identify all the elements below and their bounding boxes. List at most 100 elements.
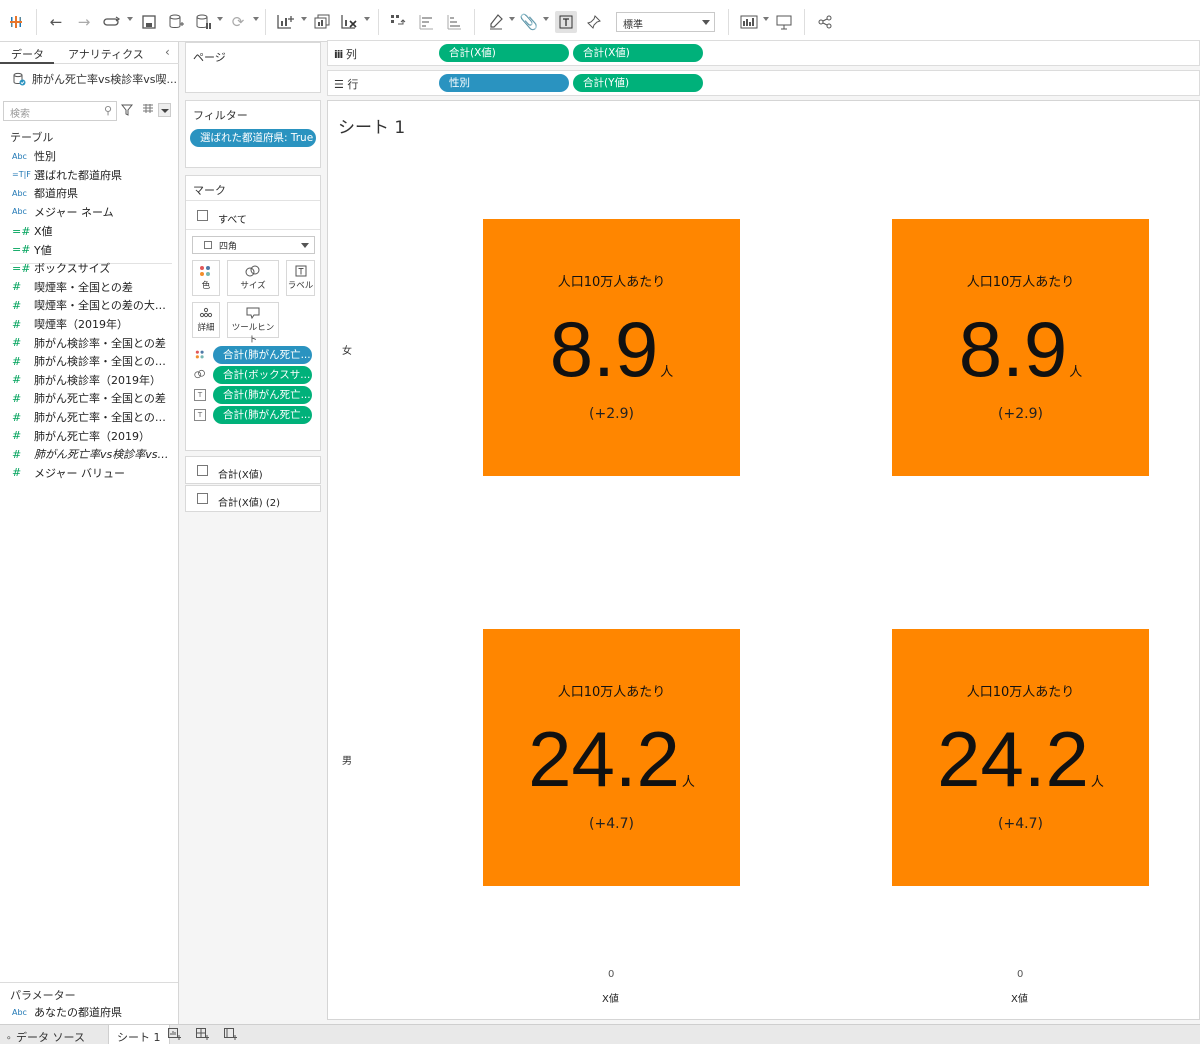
x-axis-title[interactable]: X値 xyxy=(1011,990,1028,1005)
duplicate-sheet-icon[interactable] xyxy=(312,11,332,33)
label-field-pill[interactable]: 合計(肺がん死亡... xyxy=(213,406,312,424)
field-item[interactable]: # 肺がん死亡率（2019） xyxy=(0,427,178,445)
sort-descending-icon[interactable] xyxy=(444,11,464,33)
mark-type-dropdown[interactable]: 四角 xyxy=(192,236,315,254)
field-item[interactable]: # 肺がん死亡率・全国との差の... xyxy=(0,408,178,426)
kpi-unit: 人 xyxy=(681,774,695,789)
new-dashboard-tab-icon[interactable] xyxy=(196,1028,209,1043)
worksheet-canvas[interactable]: シート 1 女 男 人口10万人あたり 8.9 人 (+2.9) 人口10万人あた… xyxy=(327,100,1200,1020)
field-item[interactable]: =# X値 xyxy=(0,222,178,240)
field-item[interactable]: # 肺がん検診率（2019年） xyxy=(0,371,178,389)
swap-rows-columns-icon[interactable] xyxy=(388,11,408,33)
field-search-input[interactable]: 検索 ⚲ xyxy=(3,101,117,121)
columns-pill[interactable]: 合計(X値) xyxy=(439,44,569,62)
field-label: Y値 xyxy=(34,243,52,257)
collapse-pane-icon[interactable]: ‹ xyxy=(165,45,170,59)
view-as-list-icon[interactable] xyxy=(142,104,154,117)
show-me-icon[interactable] xyxy=(738,11,760,33)
label-button[interactable]: ラベル xyxy=(286,260,315,296)
field-item[interactable]: Abc メジャー ネーム xyxy=(0,203,178,221)
new-story-tab-icon[interactable] xyxy=(224,1028,237,1043)
field-item[interactable]: # メジャー バリュー xyxy=(0,464,178,482)
clear-sheet-icon[interactable] xyxy=(339,11,359,33)
kpi-tile[interactable]: 人口10万人あたり 24.2 人 (+4.7) xyxy=(892,629,1149,886)
pause-updates-icon[interactable] xyxy=(193,11,213,33)
rows-pill[interactable]: 合計(Y値) xyxy=(573,74,703,92)
presentation-mode-icon[interactable] xyxy=(774,11,794,33)
kpi-tile[interactable]: 人口10万人あたり 8.9 人 (+2.9) xyxy=(483,219,740,476)
rows-shelf[interactable]: ☰ 行 性別 合計(Y値) xyxy=(327,70,1200,96)
replace-datasource-icon[interactable] xyxy=(101,11,123,33)
filter-icon[interactable] xyxy=(120,104,134,119)
kpi-tile[interactable]: 人口10万人あたり 24.2 人 (+4.7) xyxy=(483,629,740,886)
label-icon xyxy=(287,261,314,279)
size-field-pill[interactable]: 合計(ボックスサ... xyxy=(213,366,312,384)
detail-button[interactable]: 詳細 xyxy=(192,302,220,338)
filters-card[interactable]: フィルター 選ばれた都道府県: True xyxy=(185,100,321,168)
color-button[interactable]: 色 xyxy=(192,260,220,296)
kpi-tile[interactable]: 人口10万人あたり 8.9 人 (+2.9) xyxy=(892,219,1149,476)
tab-data[interactable]: データ xyxy=(11,46,44,62)
size-button[interactable]: サイズ xyxy=(227,260,279,296)
sort-ascending-icon[interactable] xyxy=(416,11,436,33)
label-field-pill[interactable]: 合計(肺がん死亡... xyxy=(213,386,312,404)
field-item[interactable]: =# Y値 xyxy=(0,241,178,259)
parameter-item[interactable]: Abc あなたの都道府県 xyxy=(0,1003,178,1021)
columns-pill[interactable]: 合計(X値) xyxy=(573,44,703,62)
save-icon[interactable] xyxy=(139,11,159,33)
new-worksheet-icon[interactable] xyxy=(275,11,297,33)
dimension-type-icon: Abc xyxy=(12,188,27,198)
tab-sheet-1[interactable]: シート 1 xyxy=(108,1025,170,1044)
sub-marks-checkbox[interactable] xyxy=(197,493,208,504)
filter-pill[interactable]: 選ばれた都道府県: True xyxy=(190,129,316,147)
refresh-icon[interactable]: ⟳ xyxy=(228,11,248,33)
measure-type-icon: # xyxy=(12,280,22,294)
new-worksheet-tab-icon[interactable] xyxy=(168,1028,181,1043)
attach-icon[interactable]: 📎 xyxy=(519,11,539,33)
tab-datasource[interactable]: ⚬ データ ソース xyxy=(5,1029,85,1044)
kpi-value: 24.2 xyxy=(937,715,1089,803)
columns-shelf[interactable]: iii 列 合計(X値) 合計(X値) xyxy=(327,40,1200,66)
field-item[interactable]: Abc 性別 xyxy=(0,147,178,165)
pane-menu-dropdown[interactable] xyxy=(158,103,171,117)
color-field-pill[interactable]: 合計(肺がん死亡... xyxy=(213,346,312,364)
field-item[interactable]: Abc 都道府県 xyxy=(0,184,178,202)
marks-sub-card[interactable]: 合計(X値) (2) xyxy=(185,485,321,512)
field-item[interactable]: =# ボックスサイズ xyxy=(0,259,178,277)
mark-pill-row: 合計(肺がん死亡... xyxy=(194,346,319,364)
highlight-icon[interactable] xyxy=(486,11,506,33)
fit-dropdown[interactable]: 標準 xyxy=(616,12,715,32)
field-item[interactable]: =T|F 選ばれた都道府県 xyxy=(0,166,178,184)
tab-analytics[interactable]: アナリティクス xyxy=(68,46,144,62)
field-item[interactable]: # 肺がん死亡率・全国との差 xyxy=(0,389,178,407)
datasource-item[interactable]: 肺がん死亡率vs検診率vs喫... xyxy=(12,71,177,87)
tableau-logo-icon[interactable] xyxy=(6,11,26,33)
pin-axis-icon[interactable] xyxy=(584,11,604,33)
field-item[interactable]: # 喫煙率（2019年） xyxy=(0,315,178,333)
pages-card[interactable]: ページ xyxy=(185,42,321,93)
new-datasource-icon[interactable] xyxy=(166,11,186,33)
rows-pill[interactable]: 性別 xyxy=(439,74,569,92)
share-icon[interactable] xyxy=(815,11,835,33)
field-item[interactable]: # 肺がん死亡率vs検診率vs喫... xyxy=(0,445,178,463)
field-item[interactable]: # 喫煙率・全国との差の大きさ xyxy=(0,296,178,314)
field-label: 肺がん死亡率vs検診率vs喫... xyxy=(34,448,174,462)
measure-type-icon: # xyxy=(12,298,22,312)
kpi-diff: (+2.9) xyxy=(589,406,634,422)
row-header-female[interactable]: 女 xyxy=(342,342,352,357)
show-mark-labels-icon[interactable] xyxy=(555,11,577,33)
tables-label: テーブル xyxy=(10,131,54,144)
field-item[interactable]: # 肺がん検診率・全国との差 xyxy=(0,334,178,352)
chevron-down-icon xyxy=(301,243,309,248)
redo-icon[interactable]: → xyxy=(74,11,94,33)
field-item[interactable]: # 肺がん検診率・全国との差の... xyxy=(0,352,178,370)
marks-sub-card[interactable]: 合計(X値) xyxy=(185,456,321,484)
sub-marks-checkbox[interactable] xyxy=(197,465,208,476)
undo-icon[interactable]: ← xyxy=(46,11,66,33)
field-item[interactable]: # 喫煙率・全国との差 xyxy=(0,278,178,296)
x-axis-title[interactable]: X値 xyxy=(602,990,619,1005)
row-header-male[interactable]: 男 xyxy=(342,752,352,767)
tooltip-button[interactable]: ツールヒント xyxy=(227,302,279,345)
marks-all-checkbox[interactable] xyxy=(197,210,208,221)
detail-label: 詳細 xyxy=(197,323,215,333)
